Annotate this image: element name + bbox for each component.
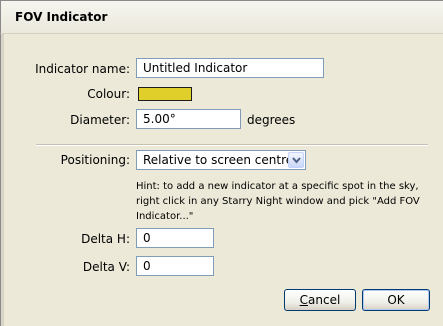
dialog-title: FOV Indicator <box>15 10 108 24</box>
diameter-label: Diameter: <box>70 113 130 127</box>
cancel-mnemonic: C <box>299 293 309 307</box>
delta-v-label: Delta V: <box>82 260 130 274</box>
indicator-name-label: Indicator name: <box>35 62 130 76</box>
hint-text: Hint: to add a new indicator at a specif… <box>136 181 420 222</box>
positioning-dropdown-button[interactable] <box>288 152 304 168</box>
positioning-select[interactable]: Relative to screen centre <box>136 150 306 170</box>
delta-v-field[interactable]: 0 <box>136 256 214 276</box>
delta-h-label: Delta H: <box>81 232 130 246</box>
chevron-down-icon <box>292 157 301 164</box>
section-divider <box>36 144 428 146</box>
dialog-title-bar: FOV Indicator <box>0 0 443 34</box>
cancel-label: ancel <box>308 293 341 307</box>
fov-indicator-dialog: FOV Indicator Indicator name: Untitled I… <box>0 0 443 326</box>
indicator-name-field[interactable]: Untitled Indicator <box>136 58 324 78</box>
colour-swatch-button[interactable] <box>138 87 192 101</box>
dialog-left-edge <box>0 34 4 326</box>
diameter-unit-label: degrees <box>247 113 296 127</box>
positioning-selected-value: Relative to screen centre <box>143 153 294 167</box>
cancel-button[interactable]: Cancel <box>284 289 356 311</box>
colour-label: Colour: <box>87 87 130 101</box>
diameter-field[interactable]: 5.00° <box>136 109 241 129</box>
positioning-label: Positioning: <box>60 153 130 167</box>
ok-button[interactable]: OK <box>362 289 430 311</box>
delta-h-field[interactable]: 0 <box>136 228 214 248</box>
